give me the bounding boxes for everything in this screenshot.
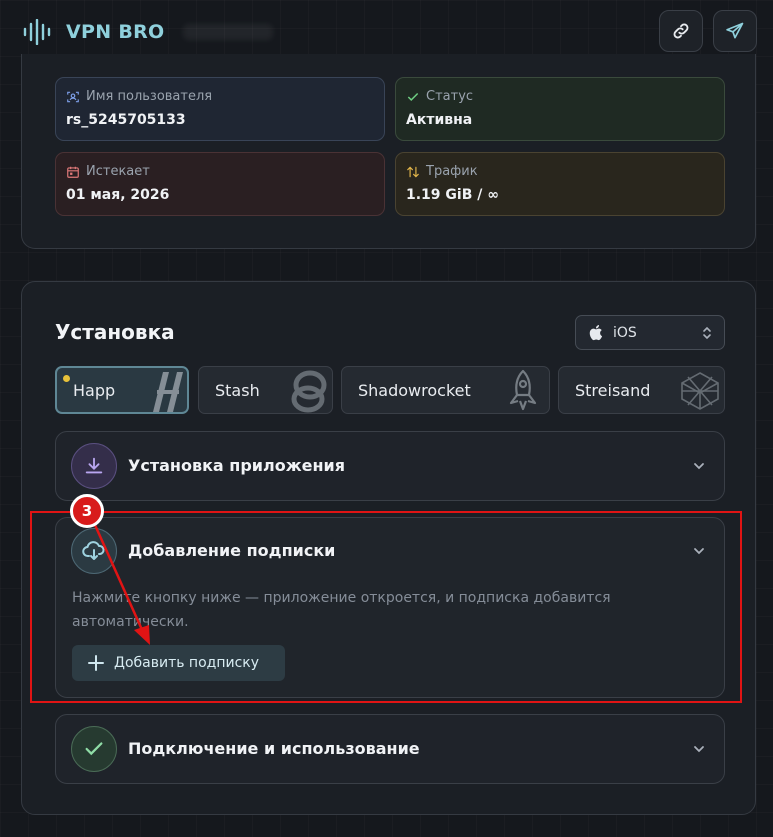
- brand-name: VPN BRO: [66, 21, 165, 43]
- chevron-up-down-icon: [703, 326, 711, 339]
- username-value: rs_5245705133: [66, 112, 186, 128]
- traffic-label: Трафик: [426, 164, 478, 179]
- app-tab-label: Shadowrocket: [358, 380, 471, 400]
- chevron-down-icon: [694, 463, 704, 470]
- expires-label: Истекает: [86, 164, 150, 179]
- status-label: Статус: [426, 89, 474, 104]
- blurred-area: [182, 24, 273, 40]
- check-icon: [407, 92, 419, 101]
- platform-select[interactable]: iOS: [575, 315, 725, 350]
- account-info-card: Имя пользователя rs_5245705133 Статус Ак…: [21, 54, 756, 249]
- send-icon: [726, 22, 744, 39]
- telegram-button[interactable]: [713, 10, 757, 52]
- stash-logo-icon: [291, 370, 327, 413]
- streisand-logo-icon: [681, 372, 719, 410]
- app-tab-label: Happ: [73, 380, 116, 400]
- traffic-value: 1.19 GiB / ∞: [406, 187, 499, 203]
- step-number-badge: 3: [70, 494, 104, 528]
- app-tab-label: Streisand: [575, 380, 651, 400]
- happ-logo-icon: [153, 372, 183, 412]
- step-install-app[interactable]: Установка приложения: [55, 431, 725, 501]
- status-tile: Статус Активна: [395, 77, 725, 141]
- app-tab-shadowrocket[interactable]: Shadowrocket: [341, 366, 550, 414]
- step-title: Подключение и использование: [128, 739, 420, 758]
- platform-value: iOS: [613, 324, 637, 341]
- calendar-icon: [67, 166, 79, 178]
- status-value: Активна: [406, 112, 473, 128]
- highlight-box: [30, 511, 742, 703]
- traffic-tile: Трафик 1.19 GiB / ∞: [395, 152, 725, 216]
- user-scan-icon: [67, 91, 79, 102]
- chevron-down-icon: [694, 746, 704, 753]
- step-connect-use[interactable]: Подключение и использование: [55, 714, 725, 784]
- brand-logo[interactable]: VPN BRO: [22, 19, 273, 45]
- app-tab-happ[interactable]: Happ: [55, 366, 189, 414]
- active-dot: [63, 375, 70, 382]
- username-label: Имя пользователя: [86, 89, 213, 104]
- expires-tile: Истекает 01 мая, 2026: [55, 152, 385, 216]
- username-tile: Имя пользователя rs_5245705133: [55, 77, 385, 141]
- step-title: Установка приложения: [128, 456, 346, 475]
- app-tab-label: Stash: [215, 380, 260, 400]
- install-title: Установка: [55, 320, 175, 344]
- app-tab-stash[interactable]: Stash: [198, 366, 333, 414]
- step-icon-circle: [71, 726, 117, 772]
- apple-icon: [589, 324, 603, 341]
- download-icon: [85, 457, 103, 474]
- expires-value: 01 мая, 2026: [66, 187, 170, 203]
- waveform-icon: [23, 19, 51, 45]
- copy-link-button[interactable]: [659, 10, 703, 52]
- rocket-icon: [509, 369, 537, 411]
- step-icon-circle: [71, 443, 117, 489]
- check-icon: [85, 742, 103, 756]
- up-down-arrows-icon: [407, 166, 419, 177]
- app-tab-streisand[interactable]: Streisand: [558, 366, 725, 414]
- link-icon: [673, 23, 689, 39]
